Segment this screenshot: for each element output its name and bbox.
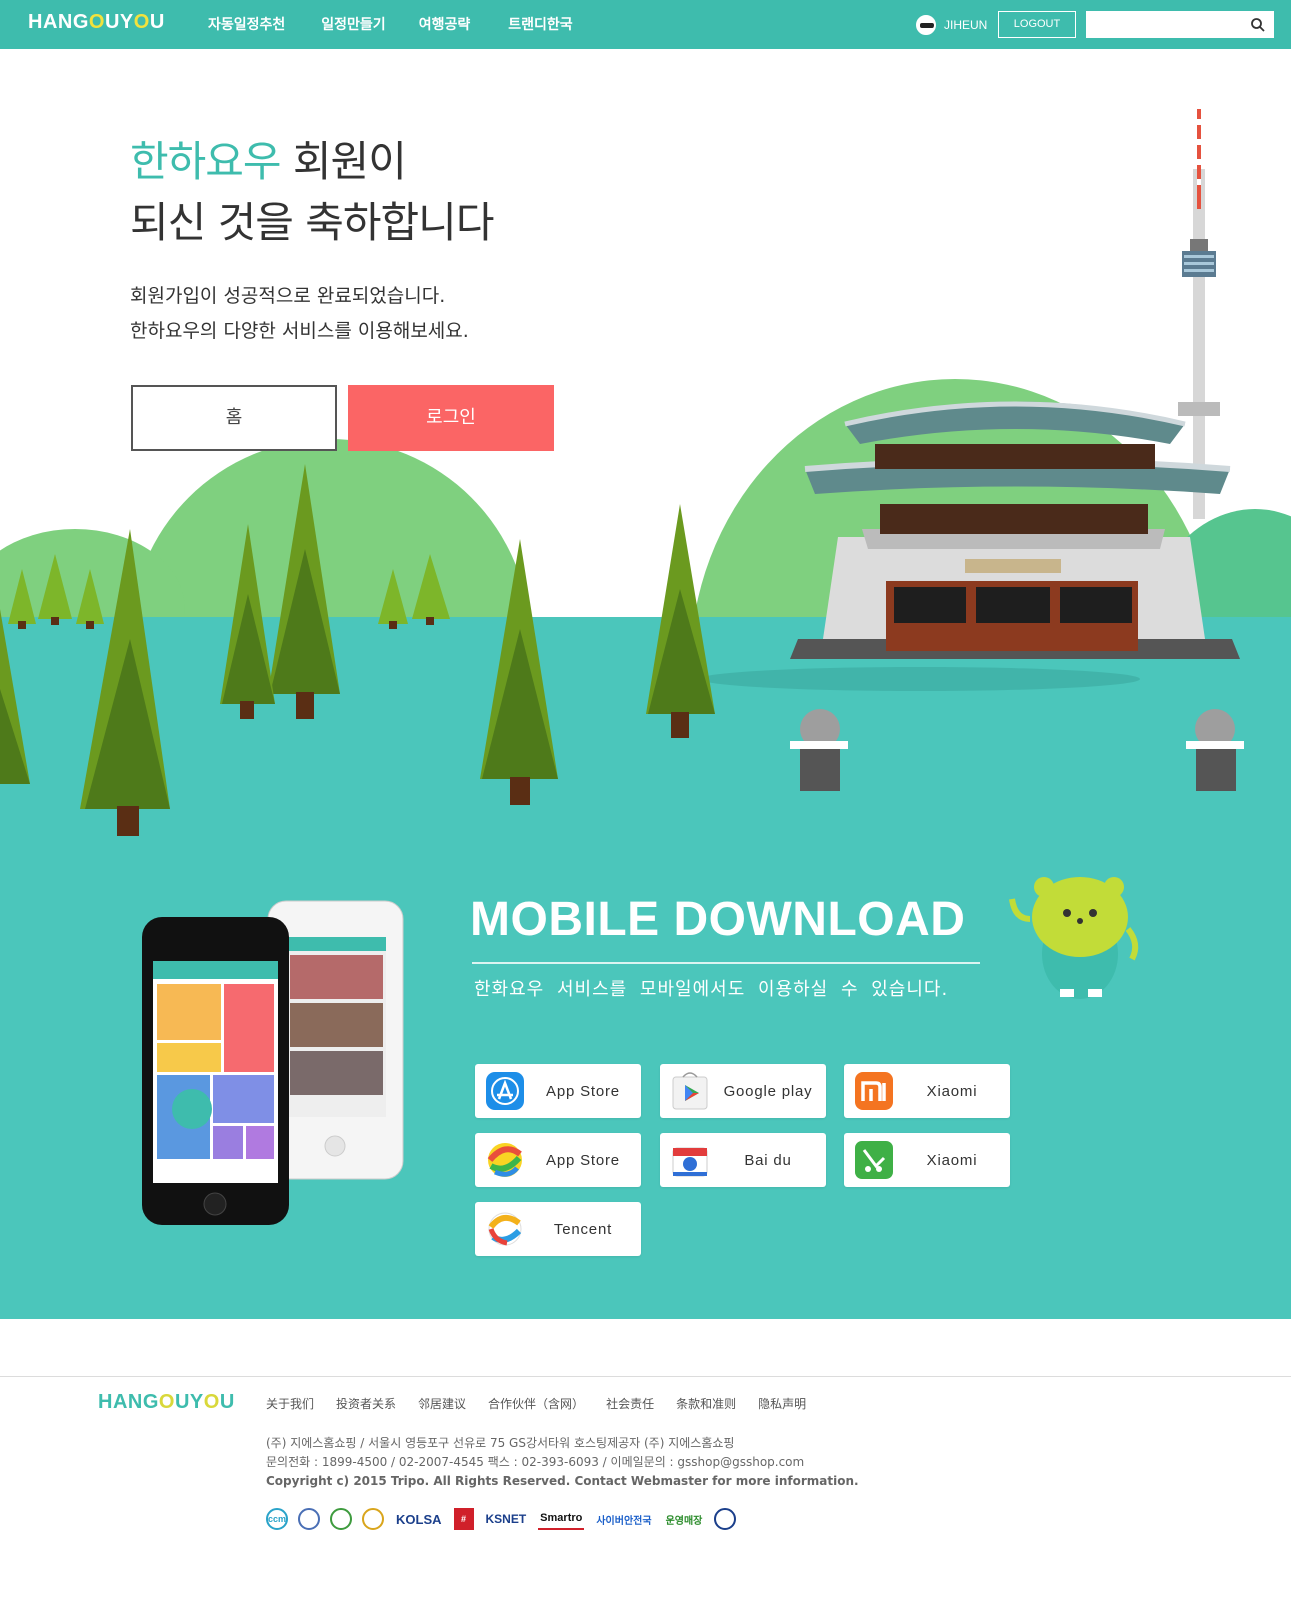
store-label: Xiaomi [926,1082,978,1100]
nav-auto-schedule[interactable]: 자동일정추천 [208,14,285,34]
store-button-baidu[interactable]: Bai du [660,1133,826,1187]
kolsa-logo: KOLSA [396,1511,442,1527]
logo[interactable]: HANGOUYOU [28,11,165,34]
store-button-app-store-360[interactable]: App Store [475,1133,641,1187]
seal-badge-icon [330,1508,352,1530]
footer-link-responsibility[interactable]: 社会责任 [606,1395,654,1412]
store-button-wandoujia[interactable]: Xiaomi [844,1133,1010,1187]
footer-link-terms[interactable]: 条款和准则 [676,1395,736,1412]
desc-line2: 한하요우의 다양한 서비스를 이용해보세요. [130,320,469,342]
app-store-icon [486,1072,524,1110]
headline-brand: 한하요우 [130,137,282,186]
store-badge-logo: 운영매장 [665,1515,703,1527]
xiaomi-icon [855,1072,893,1110]
footer-link-suggestion[interactable]: 邻居建议 [418,1395,466,1412]
store-label: Google play [723,1082,813,1100]
store-label: App Store [546,1151,620,1169]
store-button-tencent[interactable]: Tencent [475,1202,641,1256]
welcome-description: 회원가입이 성공적으로 완료되었습니다. 한하요우의 다양한 서비스를 이용해보… [130,279,469,349]
seal-badge-icon [714,1508,737,1530]
avatar[interactable] [916,15,936,35]
certification-logos: ccm KOLSA # KSNET Smartro 사이버안전국 운영매장 [266,1508,737,1530]
footer-info-contact: 문의전화 : 1899-4500 / 02-2007-4545 팩스 : 02-… [266,1455,805,1469]
footer-copyright: Copyright c) 2015 Tripo. All Rights Rese… [266,1474,859,1488]
store-label: Bai du [744,1151,792,1169]
search-input[interactable] [1086,11,1274,38]
footer-company-info: (주) 지에스홈쇼핑 / 서울시 영등포구 선유로 75 GS강서타워 호스팅제… [266,1434,859,1491]
footer-link-about[interactable]: 关于我们 [266,1395,314,1412]
mobile-download-subtitle: 한화요우 서비스를 모바일에서도 이용하실 수 있습니다. [474,979,949,1000]
ccm-badge-icon: ccm [266,1508,288,1530]
main-nav: 자동일정추천 일정만들기 여행공략 트랜디한국 [208,14,573,34]
footer-link-investor[interactable]: 投资者关系 [336,1395,396,1412]
store-button-xiaomi[interactable]: Xiaomi [844,1064,1010,1118]
store-label: Tencent [553,1220,613,1238]
desc-line1: 회원가입이 성공적으로 완료되었습니다. [130,285,446,307]
seal-badge-icon [298,1508,320,1530]
signup-complete-page: HANGOUYOU 자동일정추천 일정만들기 여행공략 트랜디한국 JIHEUN… [0,0,1291,1600]
headline-line2: 되신 것을 축하합니다 [130,198,494,247]
smartro-logo: Smartro [538,1508,585,1530]
logout-button[interactable]: LOGOUT [998,11,1076,38]
seal-badge-icon [362,1508,384,1530]
tencent-icon [488,1212,522,1246]
nav-trendy-korea[interactable]: 트랜디한국 [508,14,572,34]
top-header: HANGOUYOU 자동일정추천 일정만들기 여행공략 트랜디한국 JIHEUN… [0,0,1291,49]
home-button[interactable]: 홈 [131,385,337,451]
360-store-icon [487,1143,522,1177]
headline-rest: 회원이 [280,137,407,186]
footer-links: 关于我们 投资者关系 邻居建议 合作伙伴（含网） 社会责任 条款和准则 隐私声明 [266,1395,828,1412]
footer-link-privacy[interactable]: 隐私声明 [758,1395,806,1412]
divider [472,962,980,964]
ksnet-logo: KSNET [485,1512,527,1526]
footer-logo[interactable]: HANGOUYOU [98,1391,235,1414]
store-button-app-store[interactable]: App Store [475,1064,641,1118]
search-icon[interactable] [1250,17,1266,33]
welcome-headline: 한하요우 회원이 되신 것을 축하합니다 [130,131,494,253]
cyber-police-logo: 사이버안전국 [596,1515,652,1527]
baidu-icon [672,1147,708,1177]
hero-section: 한하요우 회원이 되신 것을 축하합니다 회원가입이 성공적으로 완료되었습니다… [0,49,1291,1319]
footer-link-partners[interactable]: 合作伙伴（含网） [488,1395,584,1412]
wandoujia-icon [855,1141,893,1179]
username: JIHEUN [944,18,988,32]
google-play-icon [672,1072,708,1110]
store-label: Xiaomi [926,1151,978,1169]
store-label: App Store [546,1082,620,1100]
login-button[interactable]: 로그인 [348,385,554,451]
store-button-google-play[interactable]: Google play [660,1064,826,1118]
footer-info-address: (주) 지에스홈쇼핑 / 서울시 영등포구 선유로 75 GS강서타워 호스팅제… [266,1436,735,1450]
nav-travel-guide[interactable]: 여행공략 [419,14,471,34]
shield-badge-icon: # [453,1508,474,1530]
nav-make-schedule[interactable]: 일정만들기 [321,14,385,34]
footer-divider [0,1376,1291,1377]
mobile-download-title: MOBILE DOWNLOAD [470,893,966,946]
